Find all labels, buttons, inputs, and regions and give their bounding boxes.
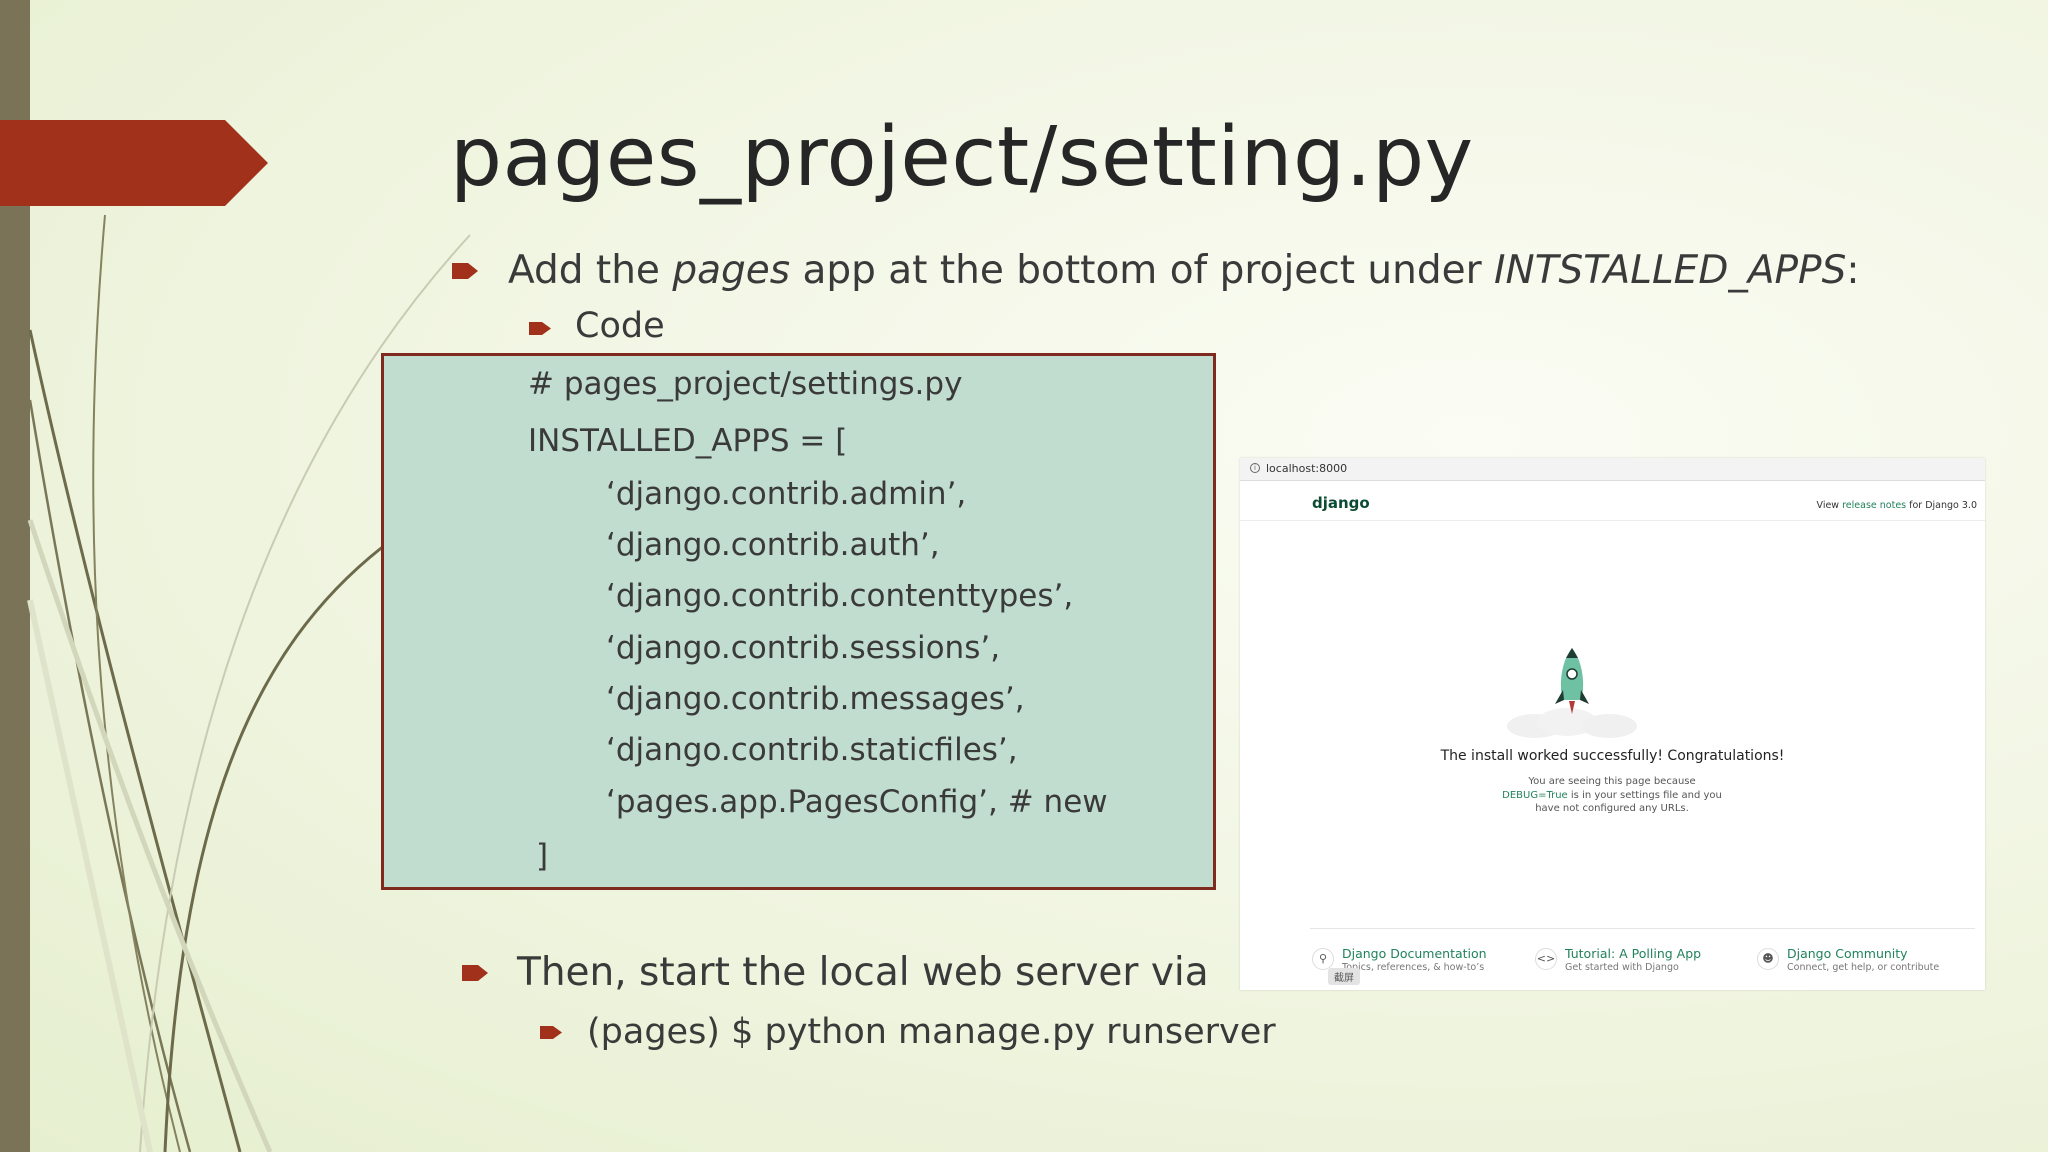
lightbulb-icon: ⚲ (1312, 948, 1334, 970)
code-line: ‘django.contrib.messages’, (606, 681, 1025, 717)
debug-info-text: You are seeing this page because DEBUG=T… (1502, 776, 1722, 814)
code-brackets-icon: <> (1535, 948, 1557, 970)
sub-bullet-arrow-icon (529, 322, 551, 335)
code-line: ‘django.contrib.sessions’, (606, 630, 1001, 666)
sub-bullet-arrow-icon (540, 1026, 562, 1039)
bullet-arrow-icon (462, 965, 488, 981)
browser-url[interactable]: localhost:8000 (1266, 462, 1347, 475)
code-line: ‘django.contrib.admin’, (606, 476, 967, 512)
code-line: ‘django.contrib.contenttypes’, (606, 578, 1074, 614)
bullet-arrow-icon (452, 263, 478, 279)
sub-bullet-runserver-command: (pages) $ python manage.py runserver (587, 1012, 1276, 1052)
slide-title: pages_project/setting.py (450, 110, 1474, 205)
release-notes-text: View release notes for Django 3.0 (1816, 500, 1977, 511)
code-line: ‘django.contrib.staticfiles’, (606, 732, 1018, 768)
rocket-icon (1507, 648, 1637, 738)
footer-divider (1310, 928, 1975, 929)
browser-address-bar[interactable]: i localhost:8000 (1240, 458, 1985, 481)
code-line: ‘django.contrib.auth’, (606, 527, 940, 563)
title-arrow-banner (0, 120, 268, 206)
code-line: ‘pages.app.PagesConfig’, # new (606, 784, 1108, 820)
bullet-start-server: Then, start the local web server via (517, 950, 1209, 995)
django-logo[interactable]: django (1312, 494, 1370, 512)
code-line: INSTALLED_APPS = [ (528, 423, 848, 459)
install-success-headline: The install worked successfully! Congrat… (1440, 748, 1785, 764)
sub-bullet-code: Code (575, 306, 665, 346)
people-icon: ☻ (1757, 948, 1779, 970)
code-block: # pages_project/settings.py INSTALLED_AP… (381, 353, 1216, 890)
django-welcome-screenshot: i localhost:8000 django View release not… (1240, 458, 1985, 990)
release-notes-link[interactable]: release notes (1842, 500, 1906, 511)
code-line: ] (536, 838, 549, 874)
bullet-add-pages-app: Add the pages app at the bottom of proje… (508, 248, 1860, 293)
screenshot-tag: 截屏 (1328, 968, 1360, 985)
code-line: # pages_project/settings.py (528, 366, 963, 402)
site-info-icon[interactable]: i (1250, 463, 1260, 473)
